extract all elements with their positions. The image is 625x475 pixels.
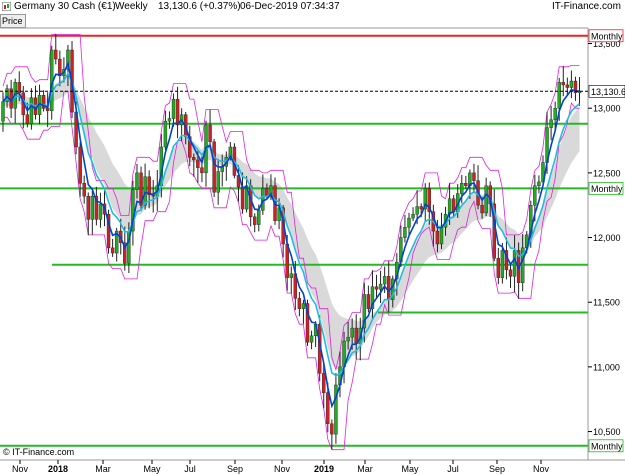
candle-body bbox=[253, 216, 257, 225]
y-tick-label: 12,000 bbox=[593, 233, 621, 243]
candle-body bbox=[82, 183, 86, 197]
y-tick-label: 11,000 bbox=[593, 362, 620, 372]
candle-body bbox=[301, 303, 306, 309]
candle-body bbox=[537, 181, 541, 186]
candle-body bbox=[110, 247, 115, 254]
level-label: Monthly bbox=[591, 441, 623, 451]
candle-body bbox=[346, 336, 350, 342]
y-tick-label: 11,500 bbox=[593, 298, 620, 308]
x-tick-label: Nov bbox=[274, 464, 291, 474]
candle-body bbox=[25, 114, 30, 124]
candle-body bbox=[407, 217, 411, 228]
candle-body bbox=[322, 373, 326, 393]
x-tick-label: 2018 bbox=[48, 464, 68, 474]
candle-body bbox=[565, 84, 570, 88]
candle-body bbox=[208, 124, 212, 143]
x-tick-label: May bbox=[143, 464, 161, 474]
candle-body bbox=[533, 185, 537, 206]
candle-body bbox=[561, 82, 565, 86]
candle-body bbox=[549, 119, 553, 128]
candle-body bbox=[553, 107, 557, 121]
candle-body bbox=[366, 294, 371, 309]
candle-body bbox=[484, 185, 488, 214]
candle-body bbox=[175, 98, 180, 126]
candle-body bbox=[167, 118, 172, 122]
candle-body bbox=[508, 269, 513, 277]
x-tick-label: Mar bbox=[357, 464, 373, 474]
candles bbox=[1, 33, 582, 450]
candle-body bbox=[147, 176, 151, 196]
candle-body bbox=[192, 157, 196, 161]
candle-body bbox=[382, 276, 387, 285]
candle-body bbox=[472, 172, 476, 181]
candle-body bbox=[200, 167, 204, 174]
candle-body bbox=[86, 195, 90, 220]
candle-body bbox=[135, 172, 139, 190]
x-tick-label: Nov bbox=[12, 464, 29, 474]
candle-body bbox=[403, 226, 407, 238]
level-label: Monthly bbox=[591, 184, 623, 194]
watermark: © IT-Finance.com bbox=[3, 447, 74, 457]
last-price-line: 13,130.6 bbox=[0, 84, 625, 98]
candle-body bbox=[557, 82, 561, 109]
y-tick-label: 10,500 bbox=[593, 427, 621, 437]
candle-body bbox=[171, 98, 176, 119]
candle-body bbox=[45, 107, 50, 111]
candle-body bbox=[297, 298, 302, 309]
candle-body bbox=[569, 80, 574, 88]
x-tick-label: Nov bbox=[533, 464, 550, 474]
candle-body bbox=[29, 97, 34, 124]
candle-body bbox=[212, 141, 216, 193]
candle-body bbox=[330, 423, 334, 435]
candle-body bbox=[496, 258, 501, 278]
candle-body bbox=[216, 171, 220, 193]
candle-body bbox=[58, 58, 62, 77]
candle-body bbox=[500, 250, 505, 278]
x-tick-label: May bbox=[401, 464, 419, 474]
x-tick-label: 2019 bbox=[314, 464, 334, 474]
candle-body bbox=[415, 206, 419, 215]
candle-body bbox=[78, 146, 82, 184]
candle-body bbox=[309, 335, 314, 343]
candle-body bbox=[54, 49, 58, 60]
candle-body bbox=[98, 203, 103, 220]
candle-body bbox=[196, 159, 200, 168]
candle-body bbox=[460, 183, 464, 194]
x-tick-label: Jul bbox=[447, 464, 459, 474]
x-tick-label: Sep bbox=[227, 464, 243, 474]
candle-body bbox=[240, 186, 245, 210]
candle-body bbox=[143, 176, 147, 206]
candle-body bbox=[374, 286, 379, 290]
candle-body bbox=[512, 250, 517, 277]
candle-body bbox=[350, 327, 354, 338]
candle-body bbox=[378, 283, 383, 290]
candle-body bbox=[439, 226, 444, 245]
y-tick-label: 12,500 bbox=[593, 168, 621, 178]
x-axis: Nov 2018 Mar May Jul Sep Nov 2019 Mar May Jul Sep No… bbox=[12, 460, 550, 474]
price-chart: 13,130.6 13,50013,00012,50012,00011,5001… bbox=[0, 27, 625, 474]
y-tick-label: 13,000 bbox=[593, 104, 621, 114]
candle-body bbox=[326, 392, 330, 424]
candle-body bbox=[289, 273, 293, 278]
candle-body bbox=[387, 276, 391, 300]
candle-body bbox=[257, 210, 261, 225]
candle-body bbox=[261, 188, 265, 211]
x-tick-label: Jul bbox=[184, 464, 196, 474]
candle-body bbox=[464, 183, 468, 186]
candle-body bbox=[163, 120, 168, 148]
candle-body bbox=[435, 230, 440, 245]
candle-body bbox=[1, 101, 5, 122]
candle-body bbox=[90, 195, 95, 220]
candle-body bbox=[411, 214, 415, 219]
level-label: Monthly bbox=[591, 31, 623, 41]
candle-body bbox=[419, 206, 423, 210]
x-tick-label: Mar bbox=[95, 464, 111, 474]
candle-body bbox=[480, 204, 484, 214]
last-price-label: 13,130.6 bbox=[591, 87, 625, 97]
x-tick-label: Sep bbox=[489, 464, 505, 474]
